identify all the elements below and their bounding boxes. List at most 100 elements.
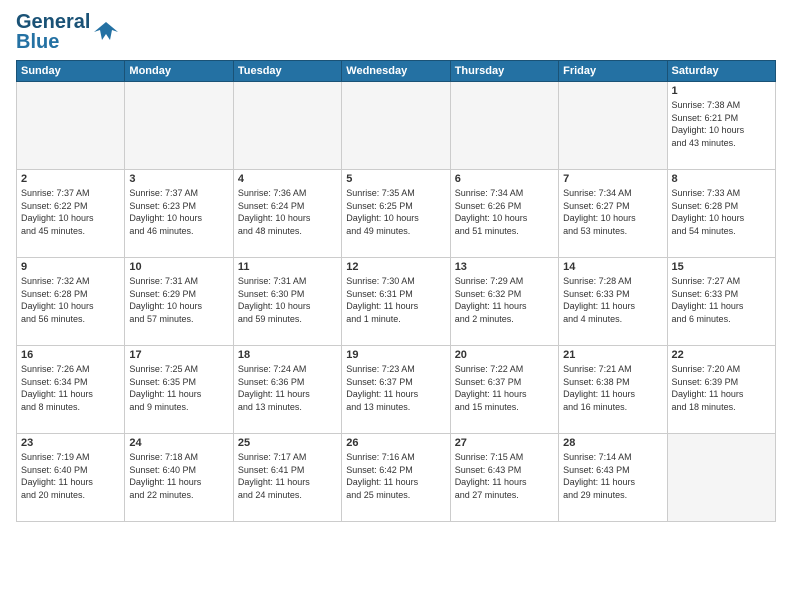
- calendar-cell: 9Sunrise: 7:32 AM Sunset: 6:28 PM Daylig…: [17, 258, 125, 346]
- calendar-cell: 11Sunrise: 7:31 AM Sunset: 6:30 PM Dayli…: [233, 258, 341, 346]
- day-info: Sunrise: 7:26 AM Sunset: 6:34 PM Dayligh…: [21, 363, 120, 413]
- day-info: Sunrise: 7:29 AM Sunset: 6:32 PM Dayligh…: [455, 275, 554, 325]
- calendar-cell: [559, 82, 667, 170]
- calendar-cell: 23 Sunrise: 7:19 AM Sunset: 6:40 PM Dayli…: [17, 434, 125, 522]
- calendar-week-1: 1 Sunrise: 7:38 AM Sunset: 6:21 PM Daylig…: [17, 82, 776, 170]
- calendar-cell: 10 Sunrise: 7:31 AM Sunset: 6:29 PM Dayli…: [125, 258, 233, 346]
- day-number: 15: [672, 261, 771, 273]
- calendar-cell: 12 Sunrise: 7:30 AM Sunset: 6:31 PM Dayli…: [342, 258, 450, 346]
- day-info: Sunrise: 7:30 AM Sunset: 6:31 PM Dayligh…: [346, 275, 445, 325]
- calendar-cell: [233, 82, 341, 170]
- logo-bird-icon: [92, 18, 120, 46]
- day-number: 2: [21, 173, 120, 185]
- header: General Blue: [16, 12, 776, 52]
- day-number: 17: [129, 349, 228, 361]
- calendar-cell: 17 Sunrise: 7:25 AM Sunset: 6:35 PM Dayli…: [125, 346, 233, 434]
- calendar-week-5: 23 Sunrise: 7:19 AM Sunset: 6:40 PM Dayli…: [17, 434, 776, 522]
- day-info: Sunrise: 7:38 AM Sunset: 6:21 PM Dayligh…: [672, 99, 771, 149]
- calendar-cell: 26 Sunrise: 7:16 AM Sunset: 6:42 PM Dayli…: [342, 434, 450, 522]
- calendar-week-2: 2 Sunrise: 7:37 AM Sunset: 6:22 PM Daylig…: [17, 170, 776, 258]
- calendar-cell: 28Sunrise: 7:14 AM Sunset: 6:43 PM Dayli…: [559, 434, 667, 522]
- day-info: Sunrise: 7:37 AM Sunset: 6:22 PM Dayligh…: [21, 187, 120, 237]
- day-number: 14: [563, 261, 662, 273]
- day-number: 23: [21, 437, 120, 449]
- calendar-table: SundayMondayTuesdayWednesdayThursdayFrid…: [16, 60, 776, 522]
- calendar-cell: 20 Sunrise: 7:22 AM Sunset: 6:37 PM Dayli…: [450, 346, 558, 434]
- day-header-tuesday: Tuesday: [233, 61, 341, 82]
- calendar-cell: 21 Sunrise: 7:21 AM Sunset: 6:38 PM Dayli…: [559, 346, 667, 434]
- day-number: 3: [129, 173, 228, 185]
- day-number: 6: [455, 173, 554, 185]
- calendar-cell: [450, 82, 558, 170]
- day-header-thursday: Thursday: [450, 61, 558, 82]
- calendar-cell: [125, 82, 233, 170]
- calendar-cell: 16Sunrise: 7:26 AM Sunset: 6:34 PM Dayli…: [17, 346, 125, 434]
- day-number: 24: [129, 437, 228, 449]
- day-info: Sunrise: 7:20 AM Sunset: 6:39 PM Dayligh…: [672, 363, 771, 413]
- calendar-cell: 6Sunrise: 7:34 AM Sunset: 6:26 PM Daylig…: [450, 170, 558, 258]
- calendar-cell: 18 Sunrise: 7:24 AM Sunset: 6:36 PM Dayli…: [233, 346, 341, 434]
- logo-general: General: [16, 12, 90, 32]
- day-info: Sunrise: 7:21 AM Sunset: 6:38 PM Dayligh…: [563, 363, 662, 413]
- day-info: Sunrise: 7:25 AM Sunset: 6:35 PM Dayligh…: [129, 363, 228, 413]
- calendar-cell: 27 Sunrise: 7:15 AM Sunset: 6:43 PM Dayli…: [450, 434, 558, 522]
- calendar-cell: 22 Sunrise: 7:20 AM Sunset: 6:39 PM Dayli…: [667, 346, 775, 434]
- day-info: Sunrise: 7:31 AM Sunset: 6:29 PM Dayligh…: [129, 275, 228, 325]
- calendar-cell: 1 Sunrise: 7:38 AM Sunset: 6:21 PM Daylig…: [667, 82, 775, 170]
- calendar-cell: [17, 82, 125, 170]
- calendar-cell: 8 Sunrise: 7:33 AM Sunset: 6:28 PM Daylig…: [667, 170, 775, 258]
- calendar-header-row: SundayMondayTuesdayWednesdayThursdayFrid…: [17, 61, 776, 82]
- day-info: Sunrise: 7:35 AM Sunset: 6:25 PM Dayligh…: [346, 187, 445, 237]
- calendar-cell: 2 Sunrise: 7:37 AM Sunset: 6:22 PM Daylig…: [17, 170, 125, 258]
- day-info: Sunrise: 7:37 AM Sunset: 6:23 PM Dayligh…: [129, 187, 228, 237]
- day-number: 8: [672, 173, 771, 185]
- day-info: Sunrise: 7:14 AM Sunset: 6:43 PM Dayligh…: [563, 451, 662, 501]
- calendar-week-4: 16Sunrise: 7:26 AM Sunset: 6:34 PM Dayli…: [17, 346, 776, 434]
- day-number: 22: [672, 349, 771, 361]
- day-number: 1: [672, 85, 771, 97]
- day-number: 27: [455, 437, 554, 449]
- calendar-cell: 25Sunrise: 7:17 AM Sunset: 6:41 PM Dayli…: [233, 434, 341, 522]
- calendar-cell: [342, 82, 450, 170]
- day-info: Sunrise: 7:36 AM Sunset: 6:24 PM Dayligh…: [238, 187, 337, 237]
- calendar-cell: 15 Sunrise: 7:27 AM Sunset: 6:33 PM Dayli…: [667, 258, 775, 346]
- day-info: Sunrise: 7:28 AM Sunset: 6:33 PM Dayligh…: [563, 275, 662, 325]
- day-header-saturday: Saturday: [667, 61, 775, 82]
- day-number: 11: [238, 261, 337, 273]
- day-header-sunday: Sunday: [17, 61, 125, 82]
- day-info: Sunrise: 7:23 AM Sunset: 6:37 PM Dayligh…: [346, 363, 445, 413]
- day-number: 7: [563, 173, 662, 185]
- day-number: 9: [21, 261, 120, 273]
- calendar-week-3: 9Sunrise: 7:32 AM Sunset: 6:28 PM Daylig…: [17, 258, 776, 346]
- page: General Blue SundayMondayTuesdayWednesda…: [0, 0, 792, 612]
- day-info: Sunrise: 7:34 AM Sunset: 6:27 PM Dayligh…: [563, 187, 662, 237]
- day-info: Sunrise: 7:16 AM Sunset: 6:42 PM Dayligh…: [346, 451, 445, 501]
- day-number: 18: [238, 349, 337, 361]
- day-info: Sunrise: 7:27 AM Sunset: 6:33 PM Dayligh…: [672, 275, 771, 325]
- day-info: Sunrise: 7:15 AM Sunset: 6:43 PM Dayligh…: [455, 451, 554, 501]
- day-header-friday: Friday: [559, 61, 667, 82]
- day-number: 21: [563, 349, 662, 361]
- calendar-cell: 19 Sunrise: 7:23 AM Sunset: 6:37 PM Dayli…: [342, 346, 450, 434]
- logo: General Blue: [16, 12, 120, 52]
- calendar-cell: 3 Sunrise: 7:37 AM Sunset: 6:23 PM Daylig…: [125, 170, 233, 258]
- day-info: Sunrise: 7:19 AM Sunset: 6:40 PM Dayligh…: [21, 451, 120, 501]
- day-header-monday: Monday: [125, 61, 233, 82]
- calendar-cell: 13Sunrise: 7:29 AM Sunset: 6:32 PM Dayli…: [450, 258, 558, 346]
- day-number: 26: [346, 437, 445, 449]
- day-number: 25: [238, 437, 337, 449]
- day-number: 5: [346, 173, 445, 185]
- day-number: 12: [346, 261, 445, 273]
- calendar-cell: 24Sunrise: 7:18 AM Sunset: 6:40 PM Dayli…: [125, 434, 233, 522]
- day-number: 10: [129, 261, 228, 273]
- day-info: Sunrise: 7:33 AM Sunset: 6:28 PM Dayligh…: [672, 187, 771, 237]
- logo-blue: Blue: [16, 32, 90, 52]
- day-number: 20: [455, 349, 554, 361]
- day-header-wednesday: Wednesday: [342, 61, 450, 82]
- day-number: 4: [238, 173, 337, 185]
- day-info: Sunrise: 7:22 AM Sunset: 6:37 PM Dayligh…: [455, 363, 554, 413]
- day-number: 19: [346, 349, 445, 361]
- calendar-cell: 5 Sunrise: 7:35 AM Sunset: 6:25 PM Daylig…: [342, 170, 450, 258]
- day-info: Sunrise: 7:24 AM Sunset: 6:36 PM Dayligh…: [238, 363, 337, 413]
- calendar-cell: 7 Sunrise: 7:34 AM Sunset: 6:27 PM Daylig…: [559, 170, 667, 258]
